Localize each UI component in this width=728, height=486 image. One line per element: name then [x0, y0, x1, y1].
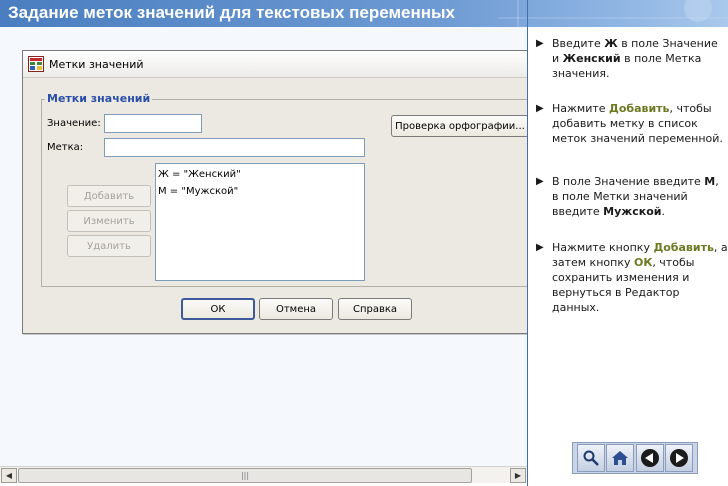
- help-button[interactable]: Справка: [338, 298, 412, 320]
- forward-icon: [670, 449, 689, 467]
- label-field-label: Метка:: [47, 142, 84, 153]
- dialog-title: Метки значений: [49, 58, 144, 71]
- title-decoration: [498, 0, 728, 27]
- value-labels-icon: [28, 56, 44, 72]
- instruction-step-3: ▶ В поле Значение введите М, в поле Метк…: [536, 175, 719, 218]
- bullet-arrow-icon: ▶: [536, 38, 544, 49]
- search-icon: [583, 450, 599, 466]
- scroll-thumb[interactable]: |||: [18, 468, 472, 483]
- change-button[interactable]: Изменить: [67, 210, 151, 232]
- list-item[interactable]: М = "Мужской": [158, 184, 362, 201]
- value-field-label: Значение:: [47, 118, 101, 129]
- bullet-arrow-icon: ▶: [536, 176, 544, 187]
- list-item[interactable]: Ж = "Женский": [158, 167, 362, 184]
- title-bar: Задание меток значений для текстовых пер…: [0, 0, 728, 27]
- bullet-arrow-icon: ▶: [536, 242, 544, 253]
- value-input[interactable]: [104, 114, 202, 133]
- back-button[interactable]: [635, 444, 664, 472]
- back-icon: [640, 449, 659, 467]
- value-labels-dialog: Метки значений Метки значений Значение: …: [22, 50, 529, 334]
- page-title: Задание меток значений для текстовых пер…: [8, 3, 455, 22]
- instructions-panel: ▶ Введите Ж в поле Значение и Женский в …: [528, 27, 728, 486]
- navigation-bar: [572, 442, 698, 474]
- add-button[interactable]: Добавить: [67, 185, 151, 207]
- home-button[interactable]: [606, 444, 635, 472]
- delete-button[interactable]: Удалить: [67, 235, 151, 257]
- search-button[interactable]: [576, 444, 605, 472]
- ok-button[interactable]: ОК: [181, 298, 255, 320]
- cancel-button[interactable]: Отмена: [259, 298, 333, 320]
- instruction-step-4: ▶ Нажмите кнопку Добавить, а затем кнопк…: [536, 241, 728, 314]
- scroll-right-button[interactable]: ▶: [510, 468, 526, 483]
- group-label: Метки значений: [45, 92, 153, 105]
- instruction-step-1: ▶ Введите Ж в поле Значение и Женский в …: [536, 37, 718, 80]
- instruction-step-2: ▶ Нажмите Добавить, чтобы добавить метку…: [536, 102, 723, 145]
- horizontal-scrollbar[interactable]: ◀ ||| ▶: [0, 466, 527, 483]
- scroll-left-button[interactable]: ◀: [1, 468, 17, 483]
- bullet-arrow-icon: ▶: [536, 103, 544, 114]
- home-icon: [612, 451, 629, 465]
- dialog-caption: Метки значений: [23, 51, 528, 78]
- spell-check-button[interactable]: Проверка орфографии...: [391, 115, 529, 137]
- value-labels-list[interactable]: Ж = "Женский" М = "Мужской": [155, 163, 365, 281]
- label-input[interactable]: [104, 138, 365, 157]
- forward-button[interactable]: [665, 444, 694, 472]
